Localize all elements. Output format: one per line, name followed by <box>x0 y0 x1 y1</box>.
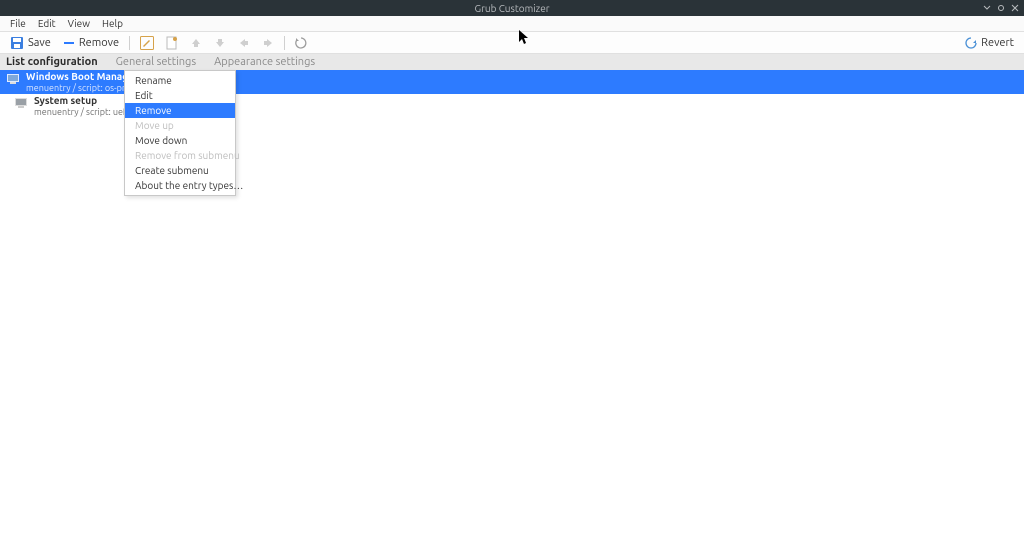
toolbar: Save Remove <box>0 32 1024 54</box>
arrow-right-icon <box>262 37 274 49</box>
remove-label: Remove <box>79 37 119 49</box>
edit-entry-button[interactable] <box>136 34 158 52</box>
close-icon[interactable] <box>1010 3 1020 13</box>
tab-strip: List configuration General settings Appe… <box>0 54 1024 70</box>
minimize-icon[interactable] <box>982 3 992 13</box>
pencil-icon <box>140 36 154 50</box>
entry-list: Windows Boot Manager (on /dev/sdb2) menu… <box>0 70 1024 548</box>
move-up-button[interactable] <box>186 35 206 51</box>
maximize-icon[interactable] <box>996 3 1006 13</box>
context-create-submenu[interactable]: Create submenu <box>125 163 235 178</box>
page-plus-icon <box>166 36 178 50</box>
revert-button[interactable]: Revert <box>961 35 1018 51</box>
revert-label: Revert <box>981 37 1014 49</box>
revert-icon <box>965 37 977 49</box>
context-move-up: Move up <box>125 118 235 133</box>
refresh-button[interactable] <box>291 35 311 51</box>
minus-icon <box>63 37 75 49</box>
move-right-button[interactable] <box>258 35 278 51</box>
remove-button[interactable]: Remove <box>59 35 123 51</box>
tab-appearance-settings[interactable]: Appearance settings <box>214 54 315 70</box>
save-label: Save <box>28 37 51 49</box>
window-controls <box>982 3 1020 13</box>
move-left-button[interactable] <box>234 35 254 51</box>
window-title: Grub Customizer <box>475 3 550 14</box>
tab-general-settings[interactable]: General settings <box>116 54 196 70</box>
context-remove-from-submenu: Remove from submenu <box>125 148 235 163</box>
os-entry-icon <box>6 72 20 86</box>
tab-list-configuration[interactable]: List configuration <box>6 54 98 70</box>
os-entry-icon <box>14 96 28 110</box>
menu-bar: File Edit View Help <box>0 16 1024 32</box>
menu-help[interactable]: Help <box>96 16 129 31</box>
context-menu: Rename Edit Remove Move up Move down Rem… <box>124 70 236 196</box>
menu-view[interactable]: View <box>62 16 96 31</box>
context-rename[interactable]: Rename <box>125 73 235 88</box>
move-down-button[interactable] <box>210 35 230 51</box>
new-entry-button[interactable] <box>162 34 182 52</box>
refresh-icon <box>295 37 307 49</box>
menu-file[interactable]: File <box>4 16 32 31</box>
toolbar-separator <box>129 36 130 50</box>
context-move-down[interactable]: Move down <box>125 133 235 148</box>
menu-edit[interactable]: Edit <box>32 16 62 31</box>
context-edit[interactable]: Edit <box>125 88 235 103</box>
save-button[interactable]: Save <box>6 34 55 52</box>
context-about-entry-types[interactable]: About the entry types… <box>125 178 235 193</box>
arrow-left-icon <box>238 37 250 49</box>
arrow-up-icon <box>190 37 202 49</box>
context-remove[interactable]: Remove <box>125 103 235 118</box>
save-icon <box>10 36 24 50</box>
title-bar: Grub Customizer <box>0 0 1024 16</box>
arrow-down-icon <box>214 37 226 49</box>
toolbar-separator-2 <box>284 36 285 50</box>
